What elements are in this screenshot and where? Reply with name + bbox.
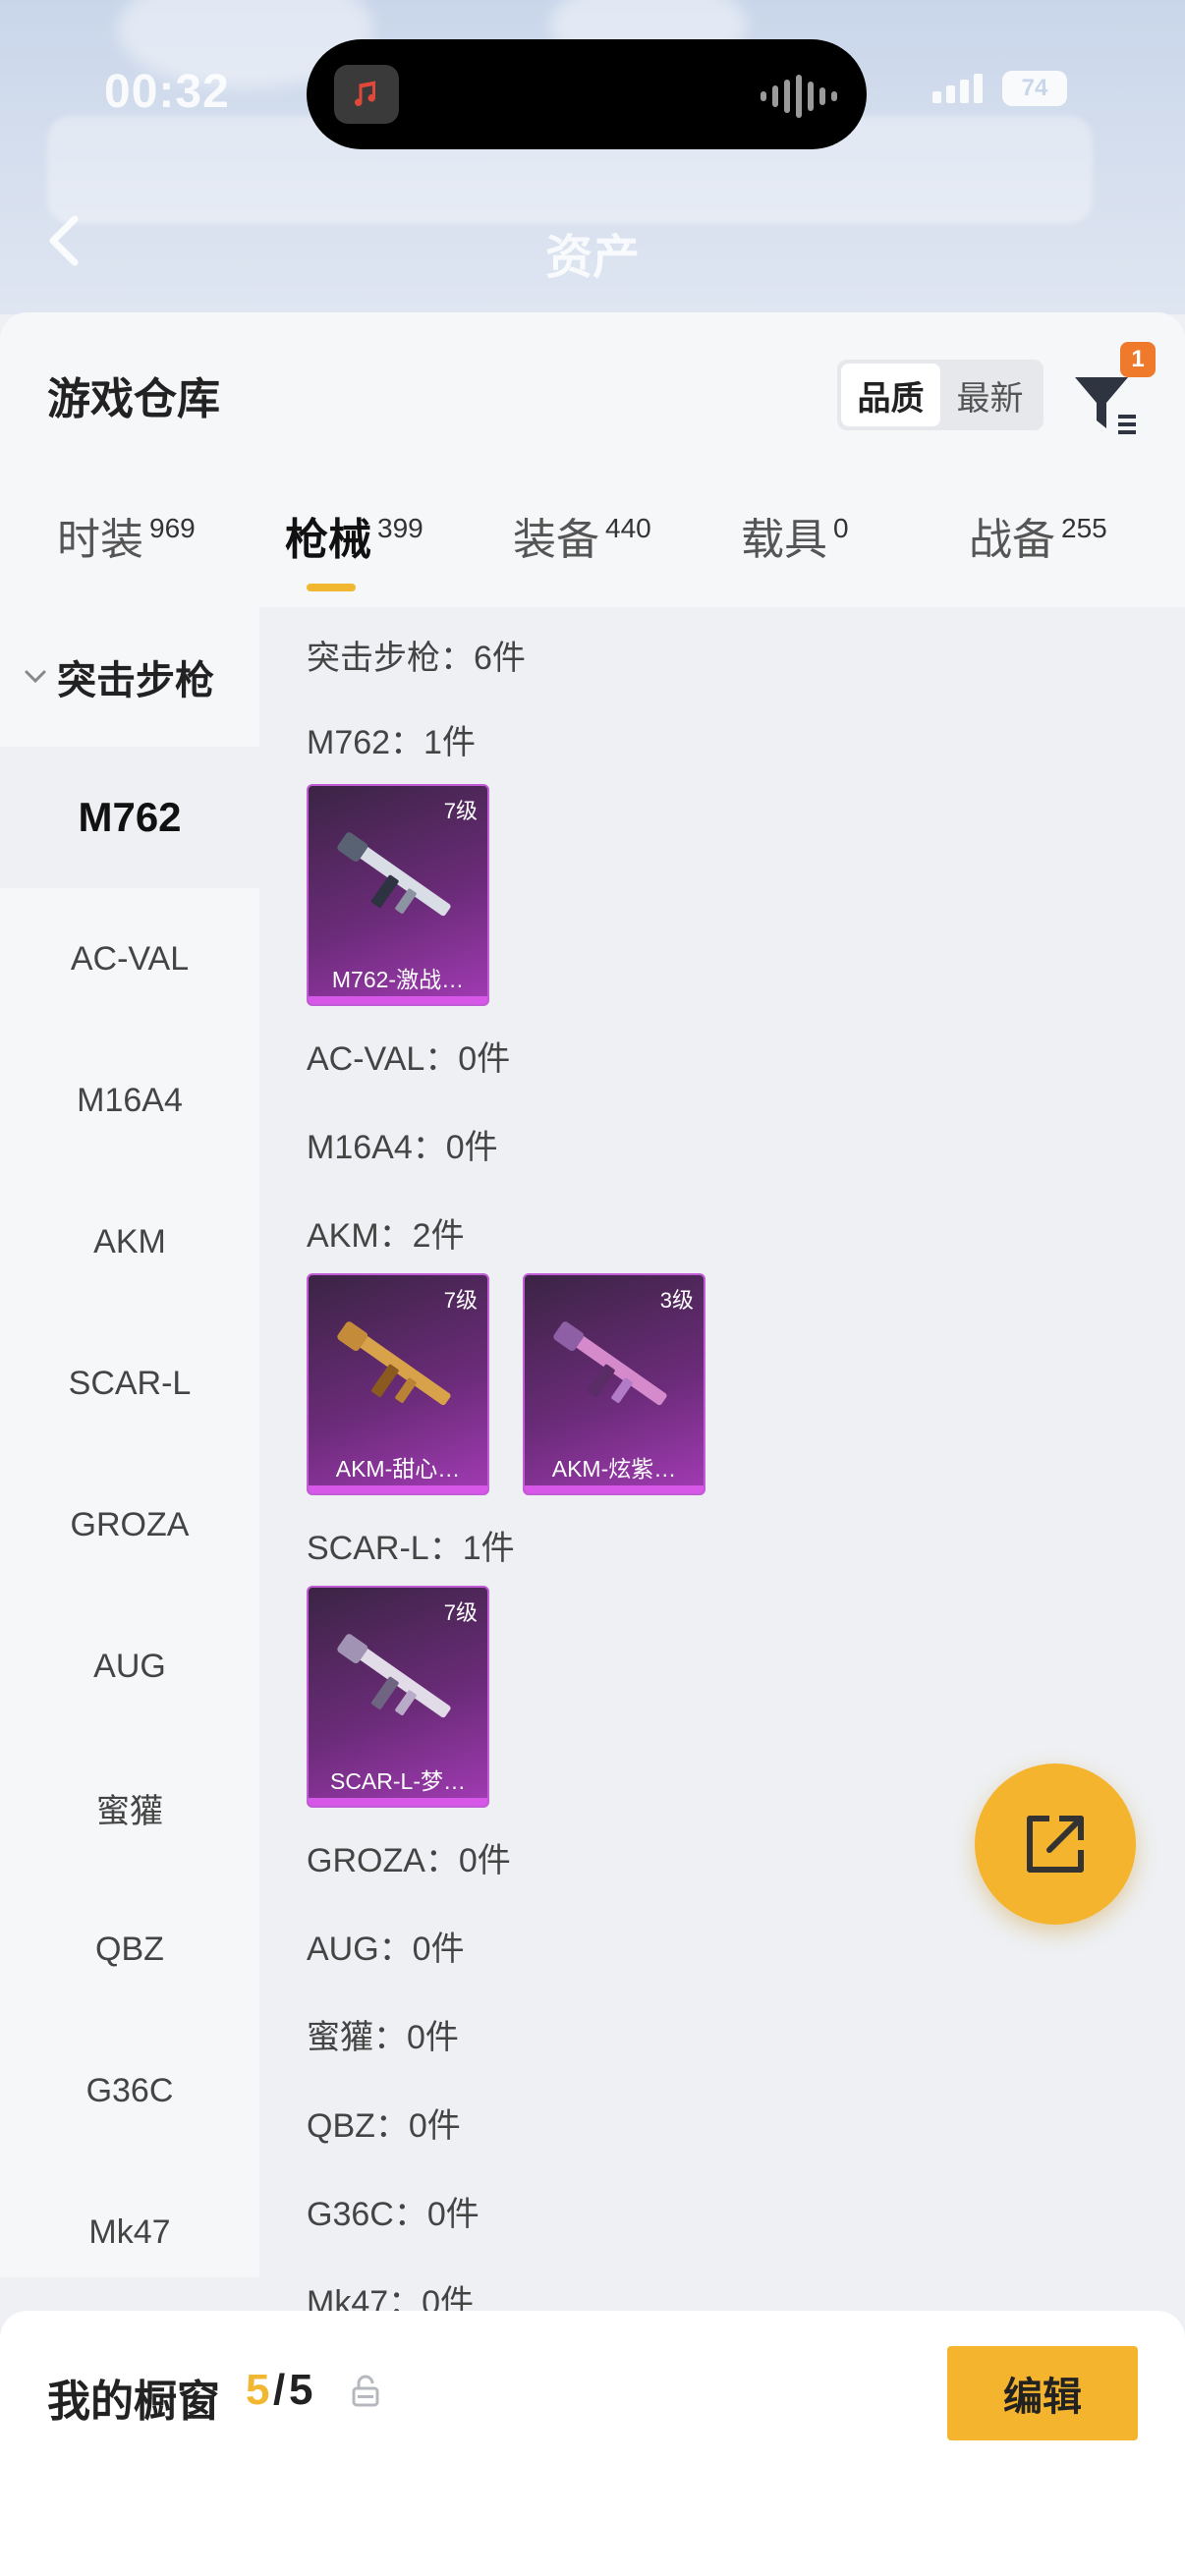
nav-item-scar-l[interactable]: SCAR-L	[0, 1313, 259, 1454]
group-title: AUG：0件	[307, 1931, 465, 1968]
nav-category-label: 突击步枪	[57, 659, 214, 702]
nav-item-g36c[interactable]: G36C	[0, 2020, 259, 2161]
card-level: 7级	[443, 1600, 478, 1625]
showcase-label: 我的橱窗	[47, 2378, 220, 2426]
tab-label: 时装	[57, 516, 143, 564]
sort-option-quality[interactable]: 品质	[841, 364, 940, 426]
tab-label: 战备	[969, 516, 1055, 564]
category-tabs: 时装 969 枪械 399 装备 440 载具 0 战备 255	[0, 489, 1185, 607]
status-right: 74	[932, 71, 1067, 106]
group-title: 蜜獾：0件	[307, 2019, 459, 2056]
rifle-icon	[337, 1634, 451, 1718]
card-rarity-strip	[309, 1485, 487, 1493]
card-name: M762-激战…	[331, 967, 465, 992]
showcase-count-separator: /	[273, 2366, 286, 2414]
sheet-title: 游戏仓库	[47, 375, 220, 423]
tab-label: 枪械	[285, 516, 371, 564]
group-title: GROZA：0件	[307, 1842, 511, 1879]
tab-label: 装备	[513, 516, 599, 564]
header-title: 资产	[545, 232, 641, 284]
card-name: AKM-炫紫…	[551, 1456, 677, 1482]
dynamic-island	[307, 39, 867, 149]
showcase-used-count: 5	[246, 2366, 270, 2414]
tab-fashion[interactable]: 时装 969	[57, 489, 196, 562]
tab-guns[interactable]: 枪械 399	[285, 489, 423, 591]
nav-item-akm[interactable]: AKM	[0, 1171, 259, 1313]
rifle-icon	[337, 832, 451, 917]
nav-item-mk47[interactable]: Mk47	[0, 2161, 259, 2303]
tab-vehicles[interactable]: 载具 0	[741, 489, 849, 562]
group-title: SCAR-L：1件	[307, 1530, 515, 1567]
signal-icon	[932, 74, 983, 103]
rifle-icon	[337, 1321, 451, 1406]
filter-badge: 1	[1120, 342, 1156, 377]
nav-item-groza[interactable]: GROZA	[0, 1454, 259, 1596]
tab-count: 0	[833, 513, 849, 543]
nav-category-header[interactable]: 突击步枪	[0, 607, 259, 747]
weapon-list: 突击步枪：6件 M762：1件 7级 M762-激战… AC-VAL：0件 M1…	[259, 607, 1185, 2322]
nav-item-m762[interactable]: M762	[0, 747, 259, 888]
card-rarity-strip	[309, 1798, 487, 1806]
battery-indicator: 74	[1002, 71, 1067, 106]
card-rarity-strip	[309, 996, 487, 1004]
weapon-card[interactable]: 7级 M762-激战…	[307, 784, 489, 1006]
group-title: M16A4：0件	[307, 1129, 498, 1166]
card-name: AKM-甜心…	[335, 1456, 461, 1482]
share-icon	[1027, 1816, 1084, 1873]
tab-count: 255	[1061, 513, 1107, 543]
card-level: 3级	[659, 1288, 694, 1313]
tab-supplies[interactable]: 战备 255	[969, 489, 1107, 562]
group-title: AC-VAL：0件	[307, 1040, 511, 1078]
rifle-icon	[553, 1321, 667, 1406]
edit-button[interactable]: 编辑	[947, 2346, 1138, 2440]
chevron-down-icon	[25, 670, 46, 684]
group-title: M762：1件	[307, 724, 476, 761]
background-header: 00:32 74 资产	[0, 0, 1185, 314]
nav-item-honey-badger[interactable]: 蜜獾	[0, 1737, 259, 1878]
tab-count: 399	[377, 513, 423, 543]
sort-toggle: 品质 最新	[837, 360, 1044, 430]
lock-icon	[352, 2375, 379, 2407]
group-title: G36C：0件	[307, 2196, 480, 2233]
card-level: 7级	[443, 1288, 478, 1313]
nav-item-qbz[interactable]: QBZ	[0, 1878, 259, 2020]
warehouse-sheet: 游戏仓库 品质 最新 1 时装 969 枪械 399 装备 440 载具 0 战…	[0, 312, 1185, 2576]
card-level: 7级	[443, 799, 478, 823]
tab-label: 载具	[741, 516, 827, 564]
weapon-nav: 突击步枪 M762 AC-VAL M16A4 AKM SCAR-L GROZA …	[0, 607, 259, 2277]
showcase-total-count: 5	[289, 2366, 313, 2414]
audio-wave-icon	[761, 75, 837, 118]
tab-active-indicator	[307, 584, 356, 591]
tab-count: 440	[605, 513, 651, 543]
weapon-card[interactable]: 3级 AKM-炫紫…	[523, 1273, 705, 1495]
tab-count: 969	[149, 513, 196, 543]
sort-option-newest[interactable]: 最新	[940, 364, 1040, 426]
back-arrow-icon[interactable]	[39, 211, 88, 270]
nav-item-aug[interactable]: AUG	[0, 1596, 259, 1737]
group-title: QBZ：0件	[307, 2107, 461, 2145]
tab-equipment[interactable]: 装备 440	[513, 489, 651, 562]
category-summary: 突击步枪：6件	[307, 640, 526, 677]
weapon-card[interactable]: 7级 SCAR-L-梦…	[307, 1586, 489, 1808]
card-name: SCAR-L-梦…	[329, 1768, 466, 1794]
nav-item-ac-val[interactable]: AC-VAL	[0, 888, 259, 1030]
status-time: 00:32	[104, 66, 230, 118]
nav-item-m16a4[interactable]: M16A4	[0, 1030, 259, 1171]
weapon-card[interactable]: 7级 AKM-甜心…	[307, 1273, 489, 1495]
share-button[interactable]	[975, 1764, 1136, 1925]
showcase-bar: 我的橱窗 5 / 5 编辑	[0, 2311, 1185, 2576]
card-rarity-strip	[525, 1485, 704, 1493]
music-icon	[334, 65, 399, 124]
group-title: AKM：2件	[307, 1217, 465, 1255]
